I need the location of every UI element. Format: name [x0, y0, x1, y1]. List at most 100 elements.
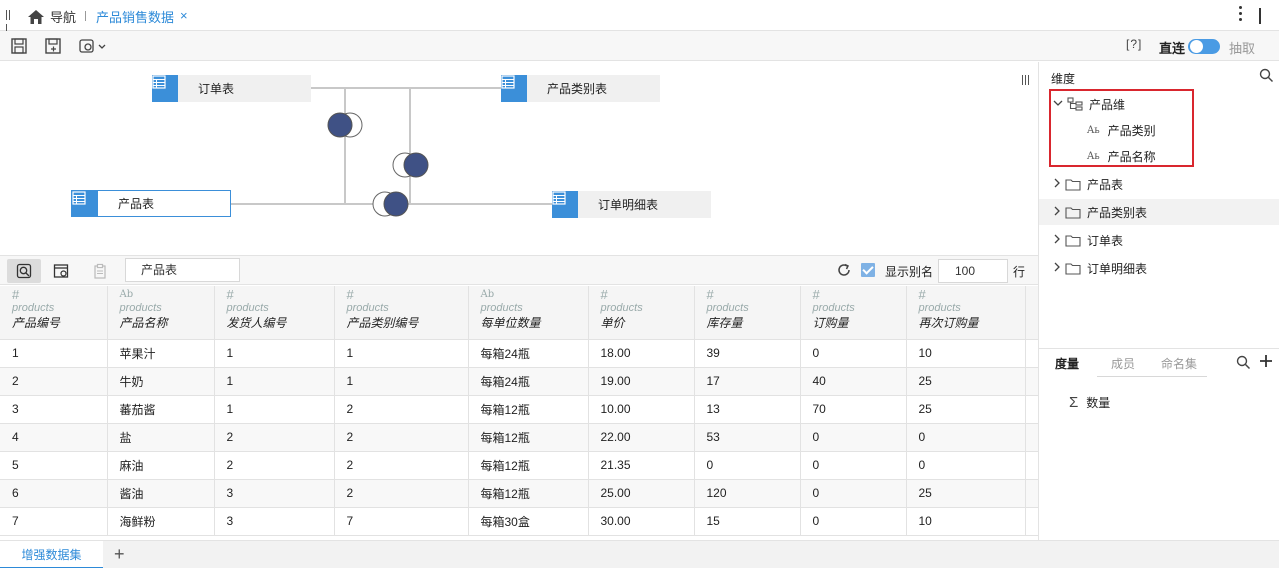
refresh-icon[interactable] — [836, 262, 852, 278]
folder-item[interactable]: 订单明细表 — [1039, 255, 1279, 281]
help-button[interactable]: [?] — [1126, 37, 1142, 51]
table-cell: 蕃茄酱 — [107, 395, 215, 424]
table-cell: 25 — [906, 367, 1026, 396]
chevron-right-icon[interactable] — [1053, 262, 1065, 275]
chevron-right-icon[interactable] — [1053, 206, 1065, 219]
table-cell — [1025, 423, 1038, 452]
join-icon[interactable] — [372, 191, 409, 217]
chevron-right-icon[interactable] — [1053, 234, 1065, 247]
table-settings-button[interactable] — [44, 259, 78, 283]
panel-collapse-icon[interactable] — [1022, 74, 1031, 88]
number-type-icon: # — [600, 287, 608, 302]
add-tab-icon[interactable]: + — [114, 544, 125, 565]
number-type-icon: # — [918, 287, 926, 302]
table-cell: 25 — [906, 395, 1026, 424]
column-header[interactable]: Ab products 每单位数量 — [468, 286, 589, 340]
tab-close-icon[interactable]: × — [180, 8, 188, 23]
column-header[interactable]: # products 产品编号 — [0, 286, 108, 340]
number-type-icon: # — [706, 287, 714, 302]
folder-item[interactable]: 订单表 — [1039, 227, 1279, 253]
table-row[interactable]: 2 牛奶 1 1 每箱24瓶 19.00 17 40 25 — [0, 367, 1038, 396]
folder-label: 产品表 — [1087, 177, 1124, 192]
tab-home[interactable]: 导航 — [28, 7, 76, 26]
add-icon[interactable] — [1259, 354, 1273, 368]
column-header[interactable]: # products 订购量 — [800, 286, 907, 340]
folder-label: 订单明细表 — [1087, 261, 1148, 276]
table-row[interactable]: 4 盐 2 2 每箱12瓶 22.00 53 0 0 — [0, 423, 1038, 452]
folder-item[interactable]: 产品表 — [1039, 171, 1279, 197]
table-cell: 每箱12瓶 — [468, 423, 589, 452]
table-cell: 22.00 — [588, 423, 695, 452]
folder-icon — [1065, 234, 1081, 247]
save-as-icon[interactable] — [44, 37, 62, 55]
settings-dropdown-icon[interactable] — [78, 37, 108, 55]
join-icon[interactable] — [392, 152, 429, 178]
table-cell: 盐 — [107, 423, 215, 452]
chevron-right-icon[interactable] — [1053, 178, 1065, 191]
number-type-icon: # — [226, 287, 234, 302]
measure-item[interactable]: Σ 数量 — [1069, 394, 1110, 411]
grid-toolbar: 产品表 显示别名 100 行 — [0, 255, 1038, 285]
column-source: products — [918, 302, 961, 314]
column-source: products — [600, 302, 643, 314]
table-node-label: 产品表 — [118, 197, 155, 211]
show-alias-checkbox[interactable] — [861, 263, 875, 277]
tab-measures[interactable]: 度量 — [1055, 355, 1079, 372]
table-header-row: # products 产品编号 Ab products 产品名称 # products 发货人编… — [0, 286, 1038, 340]
table-cell: 7 — [0, 507, 108, 536]
row-count-input[interactable]: 100 — [938, 259, 1008, 283]
column-header[interactable]: # products 再次订购量 — [906, 286, 1026, 340]
table-row[interactable]: 7 海鲜粉 3 7 每箱30盒 30.00 15 0 10 — [0, 507, 1038, 536]
join-icon[interactable] — [327, 112, 363, 138]
search-icon[interactable] — [1259, 68, 1274, 83]
tab-enhanced-dataset[interactable]: 增强数据集 — [0, 541, 103, 568]
table-node-order-details[interactable]: 订单明细表 — [552, 191, 711, 218]
column-header[interactable]: # products 产品类别编号 — [334, 286, 469, 340]
table-node-label: 订单表 — [198, 82, 235, 96]
table-cell: 海鲜粉 — [107, 507, 215, 536]
main-toolbar: [?] 直连 抽取 — [0, 31, 1279, 61]
table-node-orders[interactable]: 订单表 — [152, 75, 311, 102]
table-cell: 2 — [334, 395, 469, 424]
table-row[interactable]: 1 苹果汁 1 1 每箱24瓶 18.00 39 0 10 — [0, 339, 1038, 368]
table-icon — [72, 190, 98, 217]
fields-panel: 维度 产品维 Aь 产品类别 Aь 产品名称 产品表 产品类别表 订单表 订单明… — [1038, 62, 1279, 540]
clipboard-button[interactable] — [83, 259, 117, 283]
search-icon[interactable] — [1236, 355, 1251, 370]
table-cell: 10.00 — [588, 395, 695, 424]
row-count-suffix: 行 — [1013, 265, 1026, 279]
table-name-field[interactable]: 产品表 — [125, 258, 240, 282]
connection-mode-toggle[interactable] — [1188, 39, 1220, 54]
table-node-products[interactable]: 产品表 — [71, 190, 231, 217]
grip-icon[interactable] — [6, 9, 14, 34]
table-cell: 10 — [906, 339, 1026, 368]
folder-item[interactable]: 产品类别表 — [1039, 199, 1279, 225]
table-settings-icon — [53, 264, 69, 278]
column-header[interactable]: Ab products 产品名称 — [107, 286, 215, 340]
column-header[interactable]: # products 发货人编号 — [214, 286, 335, 340]
tab-named-sets[interactable]: 命名集 — [1161, 355, 1197, 372]
table-row[interactable]: 6 酱油 3 2 每箱12瓶 25.00 120 0 25 — [0, 479, 1038, 508]
table-cell: 40 — [800, 367, 907, 396]
column-header[interactable]: # products 单价 — [588, 286, 695, 340]
dimension-title: 维度 — [1051, 72, 1076, 86]
table-row[interactable]: 3 蕃茄酱 1 2 每箱12瓶 10.00 13 70 25 — [0, 395, 1038, 424]
tab-members[interactable]: 成员 — [1111, 355, 1135, 372]
table-cell: 2 — [0, 367, 108, 396]
column-header[interactable] — [1025, 286, 1038, 340]
more-menu-icon[interactable] — [1238, 6, 1244, 24]
folder-label: 产品类别表 — [1087, 205, 1148, 220]
table-cell: 0 — [800, 451, 907, 480]
table-icon — [501, 75, 527, 102]
table-cell — [1025, 451, 1038, 480]
tab-product-sales[interactable]: 产品销售数据 — [96, 7, 174, 26]
table-row[interactable]: 5 麻油 2 2 每箱12瓶 21.35 0 0 0 — [0, 451, 1038, 480]
table-cell: 2 — [214, 423, 335, 452]
table-cell: 0 — [800, 479, 907, 508]
column-header[interactable]: # products 库存量 — [694, 286, 801, 340]
table-node-product-categories[interactable]: 产品类别表 — [501, 75, 660, 102]
column-name: 发货人编号 — [226, 316, 287, 330]
save-icon[interactable] — [10, 37, 28, 55]
table-cell — [1025, 367, 1038, 396]
preview-button[interactable] — [7, 259, 41, 283]
